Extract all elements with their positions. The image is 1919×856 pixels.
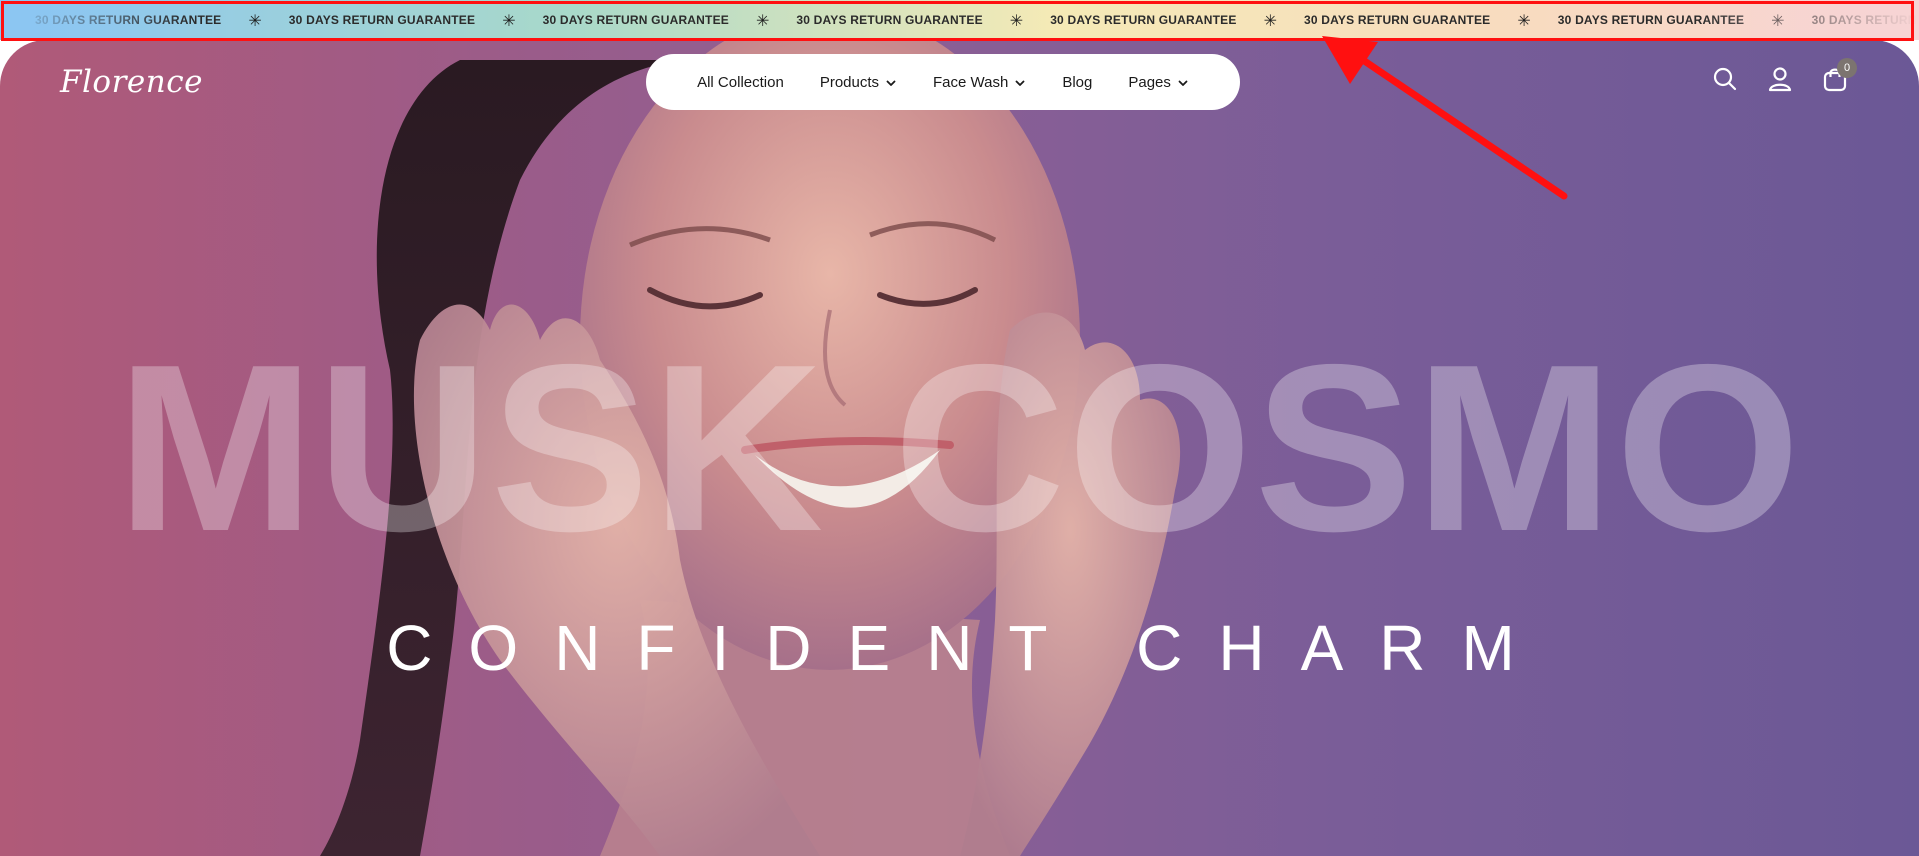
announcement-bar: 30 DAYS RETURN GUARANTEE ✳ 30 DAYS RETURN … [0,0,1919,40]
site-logo[interactable]: Florence [60,62,203,102]
hero-brow-right [869,221,997,243]
header-actions: 0 [1712,58,1857,92]
announcement-item: 30 DAYS RETURN GUARANTEE [1557,13,1745,27]
nav-item-products[interactable]: Products [802,54,915,110]
hero-eye-left [647,287,763,310]
search-icon[interactable] [1712,66,1738,92]
asterisk-icon: ✳ [1517,10,1531,30]
hero-banner: MUSK COSMO CONFIDENT CHARM [0,40,1919,856]
nav-item-label: Blog [1062,73,1093,91]
page-root: 30 DAYS RETURN GUARANTEE ✳ 30 DAYS RETURN … [0,0,1919,856]
hero-subtitle: CONFIDENT CHARM [386,612,1551,684]
asterisk-icon: ✳ [755,10,770,30]
nav-item-label: Products [819,73,880,91]
nav-item-blog[interactable]: Blog [1044,54,1110,110]
announcement-item: 30 DAYS RETURN GUARANTEE [1050,13,1237,27]
nav-item-face-wash[interactable]: Face Wash [915,54,1044,110]
announcement-item: 30 DAYS RETURN GUARANTEE [542,13,729,27]
hero-title: MUSK COSMO [116,316,1803,581]
nav-item-label: Face Wash [933,73,1009,91]
announcement-item: 30 DAYS RETURN GUARANTEE [1811,13,1919,27]
hero-brow-left [629,226,771,248]
announcement-item: 30 DAYS RETURN GUARANTEE [796,13,983,27]
chevron-down-icon [1014,76,1026,88]
user-icon[interactable] [1767,66,1793,92]
nav-item-label: Pages [1128,73,1171,91]
announcement-track: 30 DAYS RETURN GUARANTEE ✳ 30 DAYS RETURN … [8,0,1919,40]
asterisk-icon: ✳ [1263,10,1277,30]
main-navigation: All Collection Products Face Wash Blog Pages [646,54,1240,110]
chevron-down-icon [885,76,897,88]
hero-eye-right [877,287,978,307]
asterisk-icon: ✳ [1009,10,1024,30]
announcement-item: 30 DAYS RETURN GUARANTEE [288,13,476,27]
announcement-item: 30 DAYS RETURN GUARANTEE [1303,13,1491,27]
chevron-down-icon [1177,76,1189,88]
bag-icon[interactable]: 0 [1822,58,1857,92]
cart-count-badge: 0 [1837,58,1857,78]
asterisk-icon: ✳ [248,10,262,30]
nav-item-pages[interactable]: Pages [1110,54,1207,110]
asterisk-icon: ✳ [1771,10,1785,30]
nav-item-all-collection[interactable]: All Collection [679,54,802,110]
announcement-item: 30 DAYS RETURN GUARANTEE [35,13,222,27]
asterisk-icon: ✳ [502,10,516,30]
nav-item-label: All Collection [697,73,784,91]
